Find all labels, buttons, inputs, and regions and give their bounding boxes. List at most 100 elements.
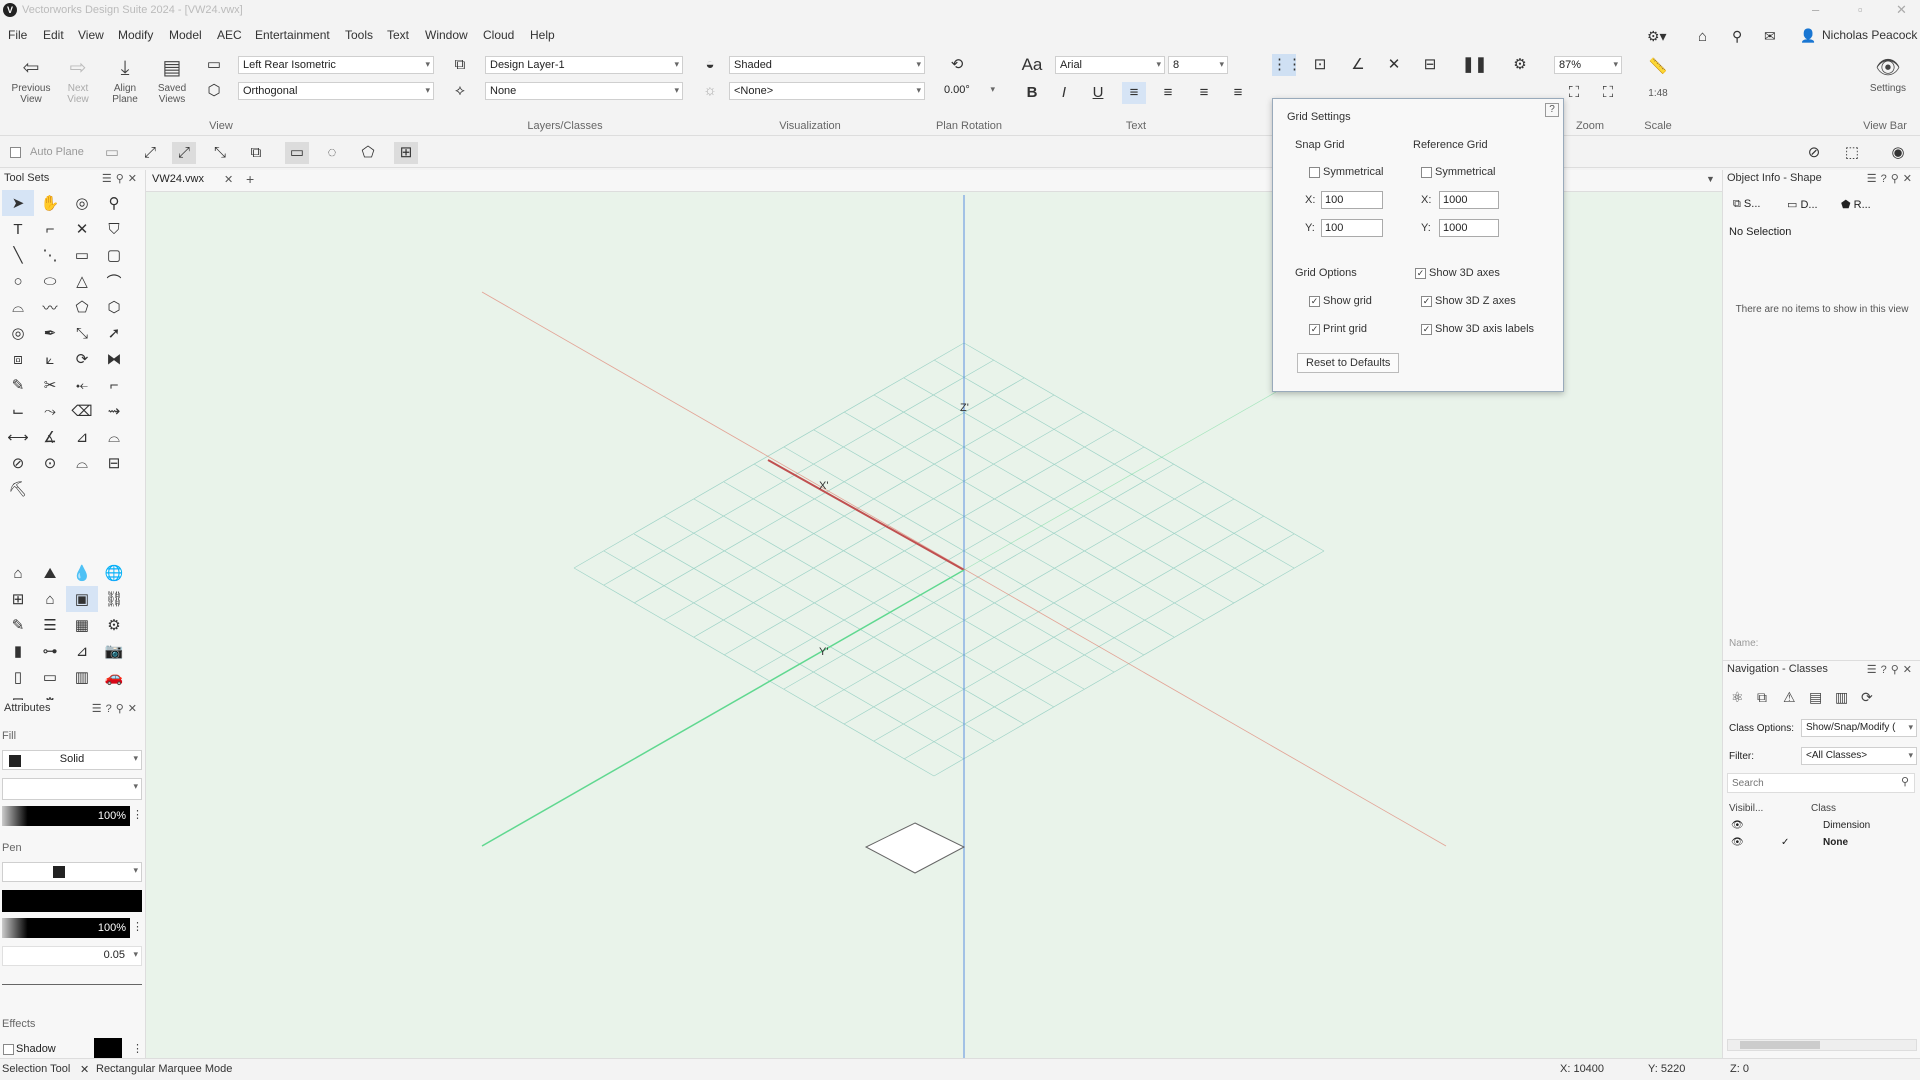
zoom-tool-icon[interactable]: ⚲ <box>98 190 130 216</box>
rectangle-shape[interactable] <box>864 822 966 874</box>
wand-tool-icon[interactable]: ⛏ <box>2 476 34 502</box>
arc-length-icon[interactable]: ⌓ <box>98 424 130 450</box>
mode-group-icon[interactable]: ⧉ <box>244 142 268 164</box>
align-plane-button[interactable]: ⤓ Align Plane <box>104 56 146 106</box>
toolset-3d-modeling-icon[interactable]: ⛓ <box>98 586 130 612</box>
shadow-checkbox[interactable] <box>3 1044 14 1055</box>
snap-distance-icon[interactable]: ⊟ <box>1418 54 1442 76</box>
class-column-header[interactable]: Class <box>1811 803 1836 814</box>
lasso-icon[interactable]: ◌ <box>320 142 344 164</box>
nav-classes-icon[interactable]: ⚠ <box>1783 689 1796 706</box>
freehand-tool-icon[interactable]: 〰 <box>34 294 66 320</box>
layer-dropdown[interactable]: Design Layer-1 <box>485 56 683 74</box>
data-tab[interactable]: ▭ D... <box>1787 198 1818 211</box>
toolset-spotlight-icon[interactable]: ▦ <box>66 612 98 638</box>
shape-tab[interactable]: ⧉ S... <box>1733 198 1760 211</box>
minimize-icon[interactable]: – <box>1812 2 1819 17</box>
table-row[interactable]: 👁 ✓ None <box>1723 836 1920 852</box>
pen-color-bar[interactable] <box>2 890 142 912</box>
menu-help[interactable]: Help <box>530 28 555 42</box>
user-name[interactable]: Nicholas Peacock <box>1822 28 1917 42</box>
font-dropdown[interactable]: Arial <box>1055 56 1165 74</box>
rotate-tool-icon[interactable]: ⟳ <box>66 346 98 372</box>
reset-to-defaults-button[interactable]: Reset to Defaults <box>1297 353 1400 373</box>
pen-style-dropdown[interactable] <box>2 862 142 882</box>
zoom-dropdown[interactable]: 87% <box>1554 56 1622 74</box>
locus-tool-icon[interactable]: ✕ <box>66 216 98 242</box>
selection-tool-icon[interactable]: ➤ <box>2 190 34 216</box>
palette-controls-icon[interactable]: ☰?⚲✕ <box>1867 663 1916 676</box>
toolset-machine-icon[interactable]: ⚙ <box>98 612 130 638</box>
regular-polygon-icon[interactable]: ⬡ <box>98 294 130 320</box>
close-window-icon[interactable]: ✕ <box>1896 2 1907 18</box>
render-mode-dropdown[interactable]: Shaded <box>729 56 925 74</box>
nav-viewports-icon[interactable]: ▥ <box>1835 689 1848 706</box>
render-tab[interactable]: ⬟ R... <box>1841 198 1871 211</box>
visibility-toggle-icon[interactable]: ⊘ <box>1802 142 1826 164</box>
nav-layers-icon[interactable]: ⚛ <box>1731 689 1744 706</box>
line-type-selector[interactable] <box>2 984 142 1004</box>
toolset-landscape-icon[interactable]: ⊿ <box>66 638 98 664</box>
fill-style-dropdown[interactable]: Solid <box>2 750 142 770</box>
auto-plane-checkbox[interactable] <box>10 147 21 158</box>
snap-x-input[interactable]: 100 <box>1321 191 1383 209</box>
toolset-dims-icon[interactable]: ✎ <box>2 612 34 638</box>
close-tab-icon[interactable]: ✕ <box>224 173 233 186</box>
next-view-button[interactable]: ⇨ Next View <box>58 56 98 106</box>
projection-dropdown[interactable]: Orthogonal <box>238 82 434 100</box>
constraint-icon[interactable]: ⊿ <box>66 424 98 450</box>
home-icon[interactable]: ⌂ <box>1698 28 1707 45</box>
palette-controls-icon[interactable]: ☰⚲✕ <box>102 172 141 185</box>
eye-icon[interactable]: 👁 <box>1731 820 1744 831</box>
symbol-insertion-icon[interactable]: ⛉ <box>98 216 130 242</box>
fill-opacity-bar[interactable]: 100% <box>2 806 130 826</box>
justify-button[interactable]: ≡ <box>1226 82 1250 104</box>
toolset-building-shell-icon[interactable]: ⌂ <box>2 560 34 586</box>
rectangular-marquee-icon[interactable]: ▭ <box>285 142 309 164</box>
mail-icon[interactable]: ✉ <box>1764 28 1776 45</box>
line-weight-dropdown[interactable]: 0.05 <box>2 946 142 966</box>
text-tool-icon[interactable]: T <box>2 216 34 242</box>
snap-symmetrical-checkbox[interactable] <box>1309 167 1320 178</box>
zoom-fit-icon[interactable]: ⛶ <box>1562 82 1586 104</box>
menu-edit[interactable]: Edit <box>43 28 64 42</box>
attribute-mapping-icon[interactable]: ⤡ <box>66 320 98 346</box>
horizontal-scrollbar[interactable] <box>1727 1039 1917 1051</box>
maximize-icon[interactable]: ▫ <box>1858 2 1863 17</box>
ref-y-input[interactable]: 1000 <box>1439 219 1499 237</box>
mode-multi-icon[interactable]: ⤡ <box>208 142 232 164</box>
connect-tool-icon[interactable]: ⤝ <box>66 372 98 398</box>
polygon-tool-icon[interactable]: ⬠ <box>66 294 98 320</box>
font-icon[interactable]: Aa <box>1020 54 1044 76</box>
flyover-tool-icon[interactable]: ◎ <box>66 190 98 216</box>
nav-stack-icon[interactable]: ⧉ <box>1757 689 1767 706</box>
clip-tool-icon[interactable]: ⤳ <box>34 398 66 424</box>
snap-box-icon[interactable]: ⊡ <box>1308 54 1332 76</box>
triangle-tool-icon[interactable]: △ <box>66 268 98 294</box>
toolset-detailing-icon[interactable]: ⊞ <box>2 586 34 612</box>
palette-controls-icon[interactable]: ☰?⚲✕ <box>1867 172 1916 185</box>
scrollbar-thumb[interactable] <box>1740 1041 1820 1049</box>
reshape-tool-icon[interactable]: ⟀ <box>34 346 66 372</box>
nav-refs-icon[interactable]: ⟳ <box>1861 689 1873 706</box>
toolset-furniture-icon[interactable]: ⌂ <box>34 586 66 612</box>
toolset-door-icon[interactable]: ▮ <box>2 638 34 664</box>
polyline-tool-icon[interactable]: ⌓ <box>2 294 34 320</box>
show-3d-axis-labels-checkbox[interactable]: ✓ <box>1421 324 1432 335</box>
pen-opacity-bar[interactable]: 100% <box>2 918 130 938</box>
toolset-plumbing-icon[interactable]: ▥ <box>66 664 98 690</box>
italic-button[interactable]: I <box>1052 82 1076 104</box>
visibility-column-header[interactable]: Visibil... <box>1729 803 1763 814</box>
bold-button[interactable]: B <box>1020 82 1044 104</box>
dimension-tool-icon[interactable]: ⟷ <box>2 424 34 450</box>
section-tool-icon[interactable]: ⊙ <box>34 450 66 476</box>
previous-view-button[interactable]: ⇦ Previous View <box>8 56 54 106</box>
toolset-site-icon[interactable]: ⛰ <box>34 560 66 586</box>
snap-geometry-icon[interactable]: ⤢ <box>138 142 162 164</box>
move-tool-icon[interactable]: ⇝ <box>98 398 130 424</box>
menu-modify[interactable]: Modify <box>118 28 153 42</box>
menu-cloud[interactable]: Cloud <box>483 28 514 42</box>
pan-tool-icon[interactable]: ✋ <box>34 190 66 216</box>
angular-dim-icon[interactable]: ∡ <box>34 424 66 450</box>
user-icon[interactable]: 👤 <box>1800 28 1816 44</box>
